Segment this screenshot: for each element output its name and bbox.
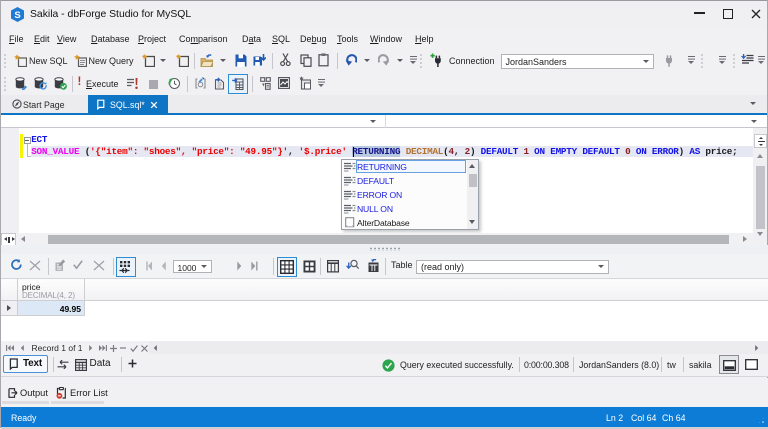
svg-text:S: S bbox=[14, 10, 20, 21]
